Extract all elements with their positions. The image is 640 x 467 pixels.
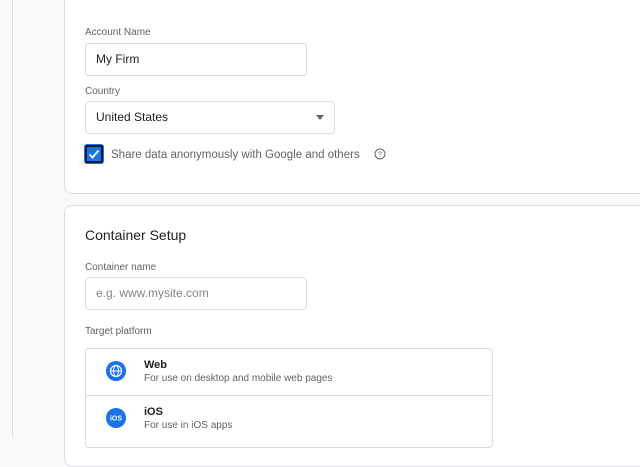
platform-ios-desc: For use in iOS apps bbox=[144, 420, 233, 431]
container-name-input[interactable]: e.g. www.mysite.com bbox=[85, 277, 307, 310]
help-icon[interactable]: ? bbox=[374, 148, 386, 160]
container-name-label: Container name bbox=[85, 262, 157, 273]
country-label: Country bbox=[85, 86, 121, 97]
country-select-value: United States bbox=[96, 110, 169, 124]
globe-icon bbox=[106, 361, 126, 381]
platform-ios-title: iOS bbox=[144, 406, 163, 418]
share-data-label: Share data anonymously with Google and o… bbox=[111, 149, 360, 161]
platform-option-ios[interactable]: iOS iOS For use in iOS apps bbox=[86, 395, 492, 442]
container-setup-title: Container Setup bbox=[85, 227, 187, 243]
platform-web-desc: For use on desktop and mobile web pages bbox=[144, 373, 333, 384]
checkmark-icon bbox=[88, 149, 100, 159]
share-data-checkbox[interactable] bbox=[85, 145, 103, 163]
account-name-input[interactable]: My Firm bbox=[85, 43, 307, 76]
platform-web-title: Web bbox=[144, 359, 168, 371]
platform-list: Web For use on desktop and mobile web pa… bbox=[85, 348, 493, 448]
account-name-label: Account Name bbox=[85, 27, 151, 38]
dropdown-arrow-icon bbox=[316, 115, 324, 120]
target-platform-label: Target platform bbox=[85, 326, 152, 337]
platform-option-web[interactable]: Web For use on desktop and mobile web pa… bbox=[86, 349, 492, 395]
svg-text:?: ? bbox=[378, 150, 382, 159]
left-divider bbox=[12, 0, 13, 438]
svg-text:iOS: iOS bbox=[110, 416, 122, 423]
country-select[interactable]: United States bbox=[85, 101, 335, 134]
ios-icon: iOS bbox=[106, 408, 126, 428]
